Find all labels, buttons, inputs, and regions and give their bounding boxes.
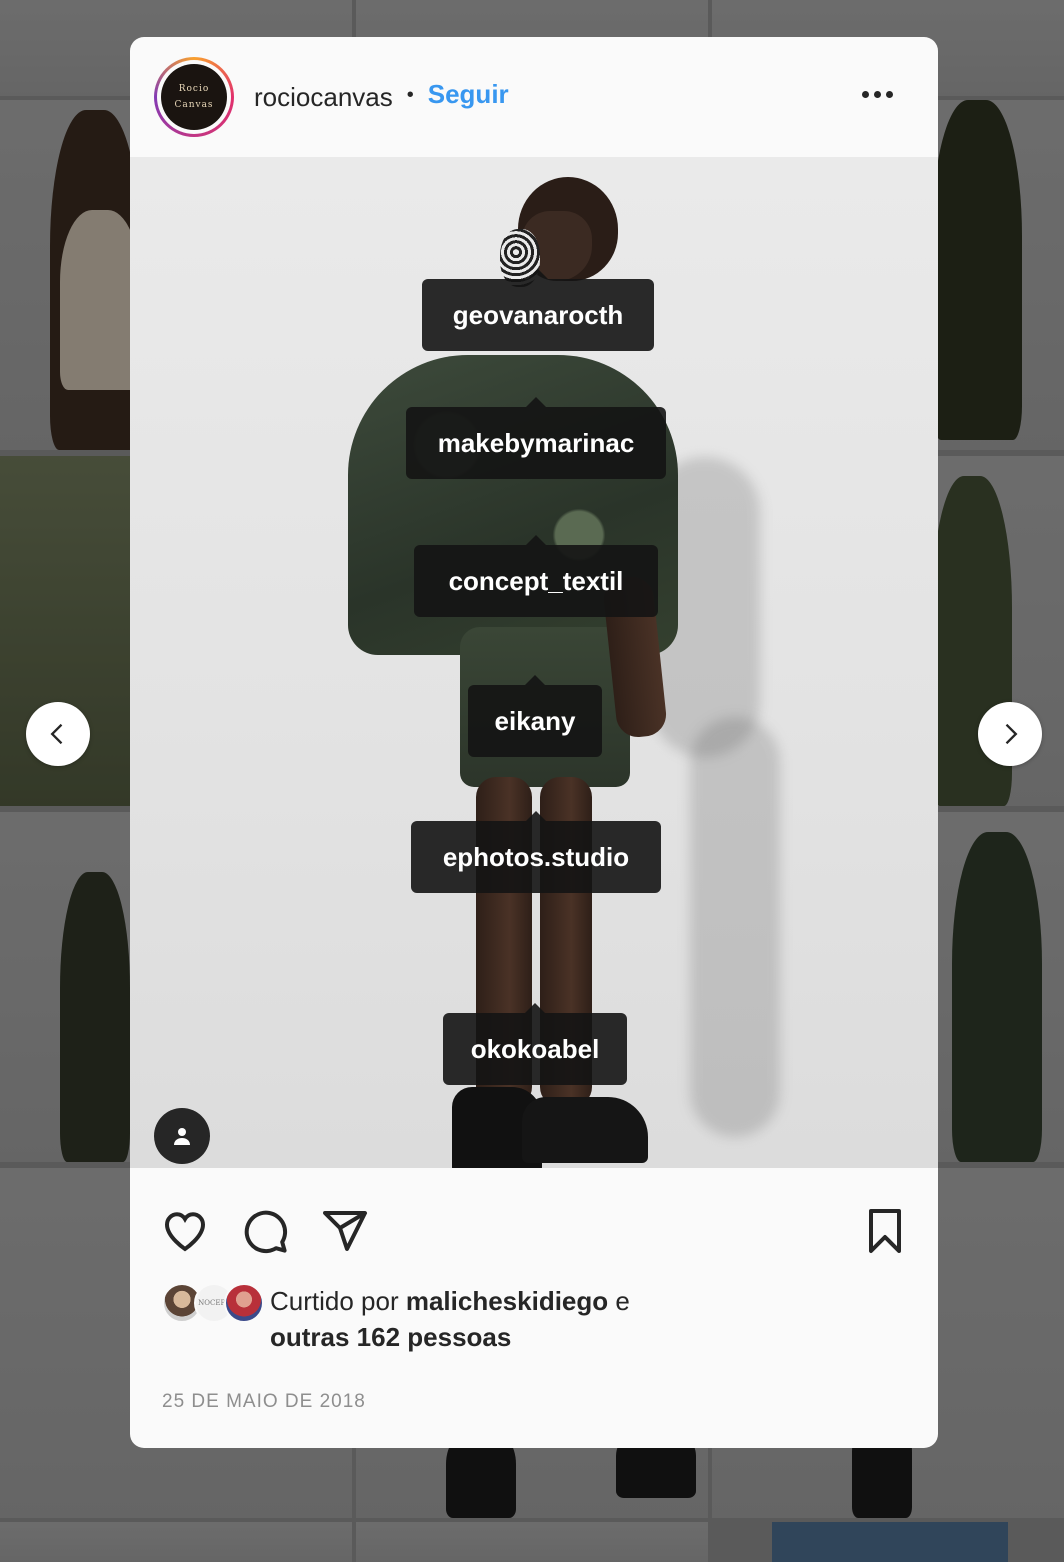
bookmark-icon <box>869 1209 901 1253</box>
action-bar <box>130 1168 938 1276</box>
user-tag[interactable]: okokoabel <box>443 1003 627 1085</box>
more-options-icon[interactable] <box>862 91 893 98</box>
avatar[interactable]: Rocio Canvas <box>154 57 234 137</box>
tagged-people-button[interactable] <box>154 1108 210 1164</box>
chevron-left-icon <box>50 723 63 745</box>
avatar[interactable] <box>224 1283 264 1323</box>
share-icon <box>323 1211 367 1251</box>
user-tag-icon <box>174 1128 190 1145</box>
next-post-button[interactable] <box>978 702 1042 766</box>
avatar-logo: Rocio Canvas <box>161 64 227 130</box>
user-tag[interactable]: eikany <box>468 675 602 757</box>
separator-dot: • <box>406 83 414 106</box>
heart-icon <box>164 1212 206 1252</box>
post-header: Rocio Canvas rociocanvas • Seguir <box>130 37 938 157</box>
previous-post-button[interactable] <box>26 702 90 766</box>
chevron-right-icon <box>1005 723 1018 745</box>
likes-count-link[interactable]: outras 162 pessoas <box>270 1322 511 1352</box>
liked-by-avatars[interactable]: NOCEPT <box>162 1283 272 1327</box>
like-button[interactable] <box>160 1206 210 1256</box>
username-link[interactable]: rociocanvas <box>254 82 393 113</box>
post-date[interactable]: 25 DE MAIO DE 2018 <box>162 1391 366 1413</box>
comment-button[interactable] <box>240 1206 290 1256</box>
likes-text: Curtido por malicheskidiego e outras 162… <box>270 1286 630 1352</box>
user-tag[interactable]: concept_textil <box>414 535 658 617</box>
user-tag[interactable]: geovanarocth <box>422 269 654 351</box>
follow-button[interactable]: Seguir <box>428 79 509 110</box>
comment-icon <box>244 1210 288 1254</box>
share-button[interactable] <box>320 1206 370 1256</box>
save-button[interactable] <box>860 1206 910 1256</box>
post-modal: Rocio Canvas rociocanvas • Seguir geovan… <box>130 37 938 1448</box>
liker-username-link[interactable]: malicheskidiego <box>406 1286 608 1316</box>
user-tag[interactable]: makebymarinac <box>406 397 666 479</box>
post-image[interactable]: geovanarocth makebymarinac concept_texti… <box>130 157 938 1168</box>
user-tag[interactable]: ephotos.studio <box>411 811 661 893</box>
